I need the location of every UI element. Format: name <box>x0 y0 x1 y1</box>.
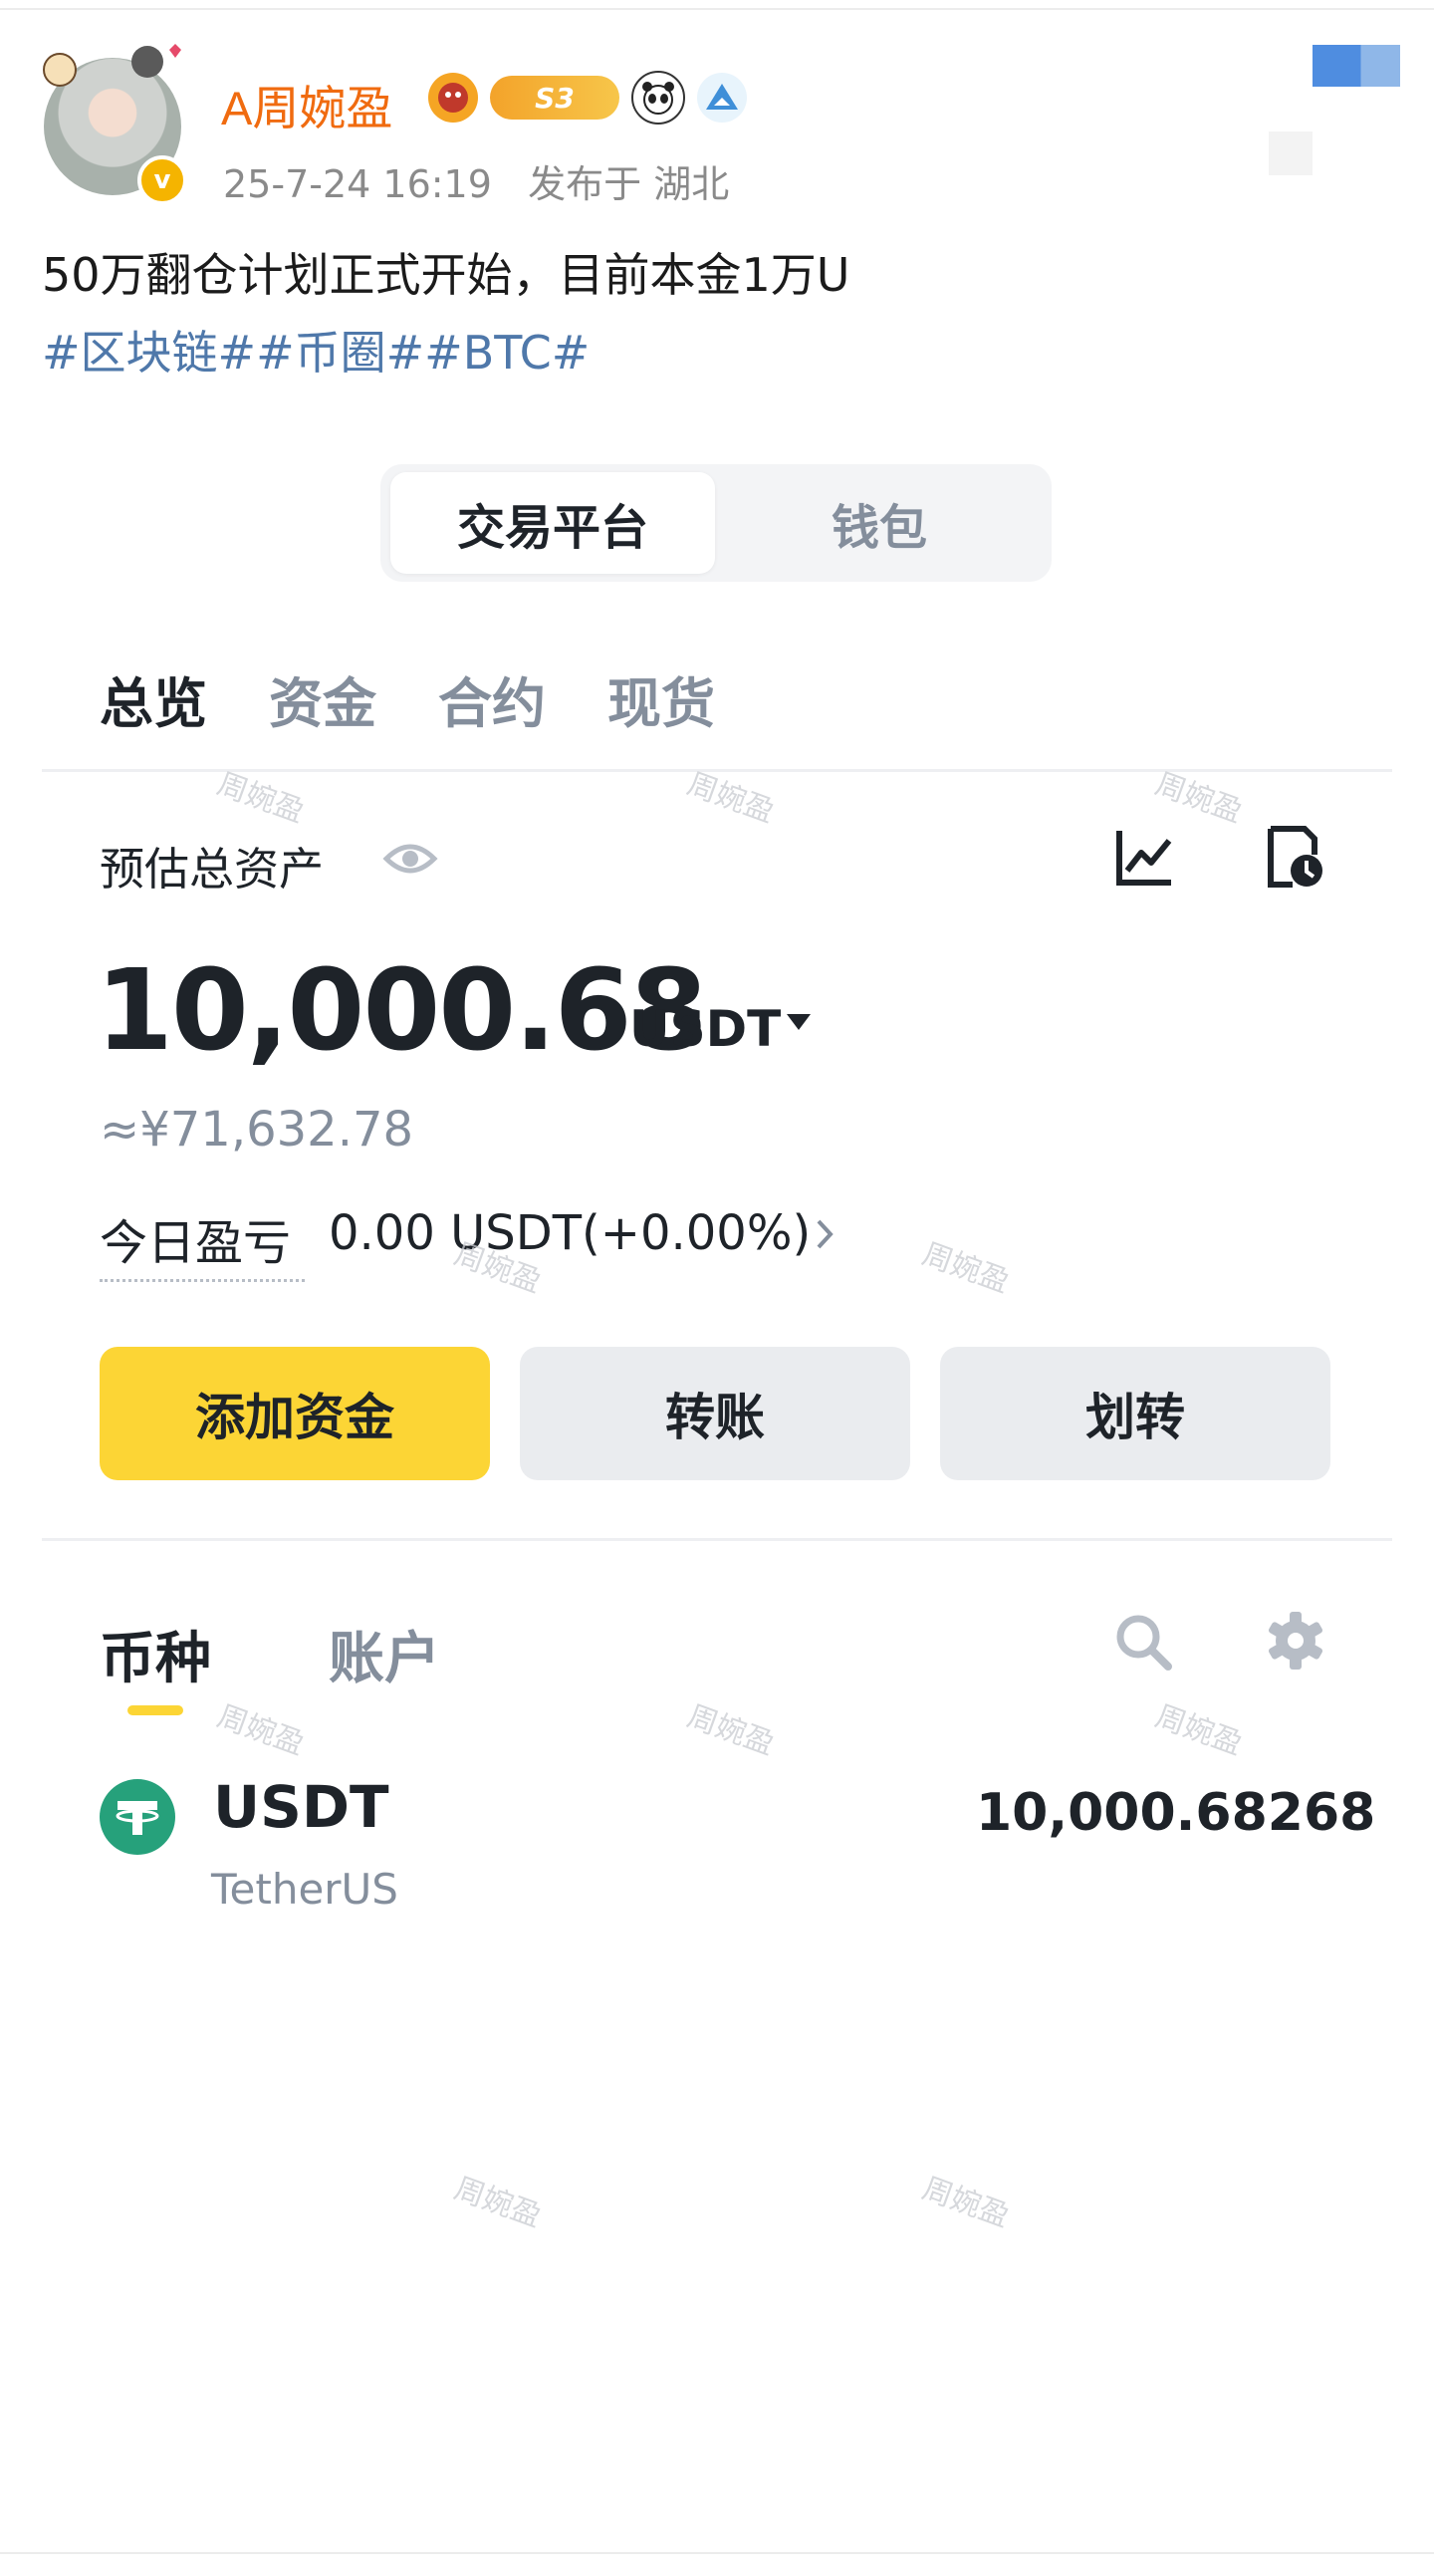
fire-badge-icon <box>428 73 478 123</box>
post-text: 50万翻仓计划正式开始，目前本金1万U <box>42 248 850 302</box>
post-timestamp: 25-7-24 16:19 <box>223 162 492 206</box>
active-tab-indicator <box>127 1705 183 1715</box>
redacted-block <box>1313 45 1400 87</box>
chevron-right-icon[interactable] <box>815 1217 836 1251</box>
panda-icon <box>631 71 685 125</box>
watermark: 周婉盈 <box>1150 1698 1248 1763</box>
watermark: 周婉盈 <box>682 1698 780 1763</box>
section-divider <box>42 1538 1392 1541</box>
post-tags[interactable]: #区块链##币圈##BTC# <box>42 317 590 383</box>
tab-funding[interactable]: 资金 <box>269 659 376 738</box>
tab-coin[interactable]: 币种 <box>100 1614 211 1694</box>
tab-overview[interactable]: 总览 <box>100 659 207 738</box>
today-pnl-value[interactable]: 0.00 USDT(+0.00%) <box>329 1205 811 1261</box>
username[interactable]: A周婉盈 <box>221 70 392 138</box>
bottom-divider <box>0 2552 1434 2554</box>
history-icon[interactable] <box>1265 825 1326 891</box>
coin-symbol: USDT <box>213 1773 389 1841</box>
internal-transfer-button[interactable]: 划转 <box>940 1347 1330 1480</box>
gear-icon[interactable] <box>1265 1610 1326 1672</box>
coin-amount: 10,000.68268 <box>976 1783 1376 1843</box>
tab-account[interactable]: 账户 <box>329 1614 440 1694</box>
transfer-button[interactable]: 转账 <box>520 1347 910 1480</box>
tether-icon <box>100 1779 175 1855</box>
shark-icon <box>697 73 747 123</box>
tab-spot[interactable]: 现货 <box>607 659 715 738</box>
level-badge: S3 <box>490 76 619 120</box>
watermark: 周婉盈 <box>917 2171 1015 2235</box>
caret-down-icon[interactable] <box>785 1012 813 1032</box>
balance-unit[interactable]: USDT <box>629 1000 781 1058</box>
verified-icon: v <box>137 155 187 205</box>
watermark: 周婉盈 <box>212 1698 310 1763</box>
avatar-frame-decoration <box>43 44 181 87</box>
tab-futures[interactable]: 合约 <box>438 659 546 738</box>
total-balance: 10,000.68 <box>96 946 708 1076</box>
segment-exchange[interactable]: 交易平台 <box>390 472 715 574</box>
coin-name: TetherUS <box>211 1865 398 1914</box>
top-divider <box>0 8 1434 10</box>
post-location: 发布于 湖北 <box>528 162 730 206</box>
search-icon[interactable] <box>1113 1612 1173 1672</box>
watermark: 周婉盈 <box>917 1236 1015 1301</box>
redacted-block-gray <box>1269 131 1313 175</box>
eye-icon[interactable] <box>382 839 438 879</box>
asset-tabs: 总览 资金 合约 现货 <box>100 659 715 738</box>
segment-wallet[interactable]: 钱包 <box>717 472 1042 574</box>
estimated-assets-label: 预估总资产 <box>100 843 325 896</box>
pnl-label-underline <box>100 1279 305 1282</box>
watermark: 周婉盈 <box>449 2171 547 2235</box>
post-meta: 25-7-24 16:19 发布于 湖北 <box>223 153 729 208</box>
user-badges: S3 <box>428 71 747 125</box>
today-pnl-label[interactable]: 今日盈亏 <box>100 1203 291 1273</box>
add-funds-button[interactable]: 添加资金 <box>100 1347 490 1480</box>
chart-icon[interactable] <box>1113 827 1175 889</box>
cny-equivalent: ≈¥71,632.78 <box>100 1102 414 1158</box>
